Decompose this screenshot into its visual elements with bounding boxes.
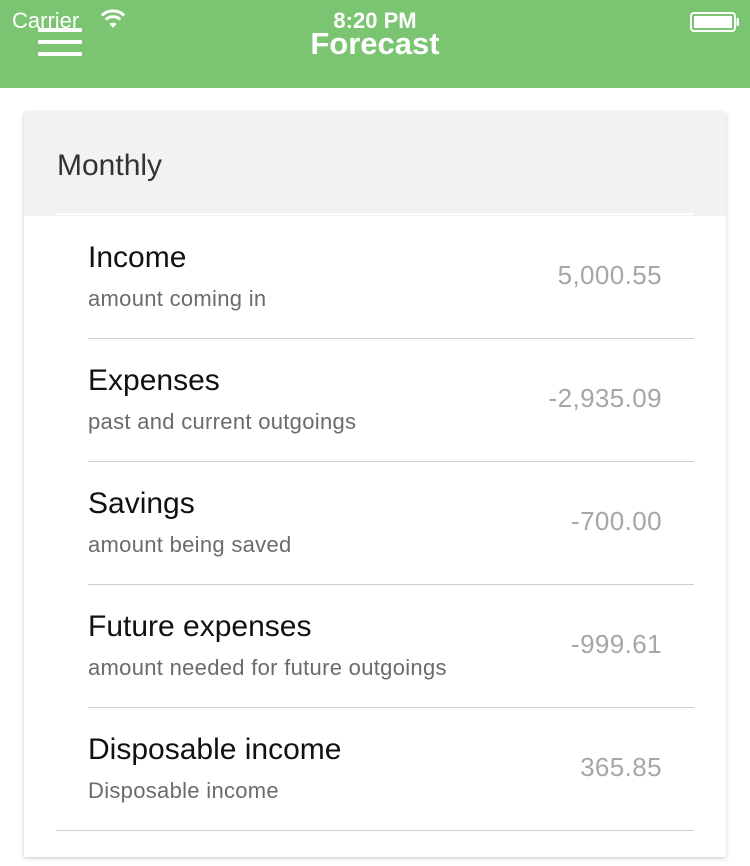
row-value: 365.85: [580, 752, 662, 782]
page-title: Forecast: [310, 26, 440, 61]
row-value: 5,000.55: [557, 260, 662, 290]
list-item-future-expenses[interactable]: Future expenses amount needed for future…: [88, 585, 694, 708]
row-value: -999.61: [571, 629, 662, 659]
row-title: Future expenses: [88, 610, 312, 643]
row-value: -2,935.09: [548, 383, 662, 413]
list-item-income[interactable]: Income amount coming in 5,000.55: [88, 216, 694, 339]
list-item-expenses[interactable]: Expenses past and current outgoings -2,9…: [88, 339, 694, 462]
divider: [56, 213, 694, 215]
list-item-disposable-income[interactable]: Disposable income Disposable income 365.…: [56, 708, 694, 831]
monthly-card: Monthly Income amount coming in 5,000.55…: [24, 112, 726, 857]
row-subtitle: Disposable income: [88, 778, 279, 803]
row-title: Savings: [88, 487, 195, 520]
list-item-savings[interactable]: Savings amount being saved -700.00: [88, 462, 694, 585]
row-subtitle: amount needed for future outgoings: [88, 655, 447, 680]
row-subtitle: amount coming in: [88, 286, 267, 311]
row-subtitle: past and current outgoings: [88, 409, 357, 434]
row-title: Expenses: [88, 364, 220, 397]
card-title: Monthly: [57, 149, 163, 182]
row-title: Disposable income: [88, 733, 342, 766]
row-value: -700.00: [571, 506, 662, 536]
nav-bar: Carrier 8:20 PM Forecast: [0, 0, 750, 88]
card-header: Monthly: [24, 112, 726, 216]
row-subtitle: amount being saved: [88, 532, 292, 557]
row-title: Income: [88, 241, 187, 274]
row-divider: [56, 830, 694, 831]
